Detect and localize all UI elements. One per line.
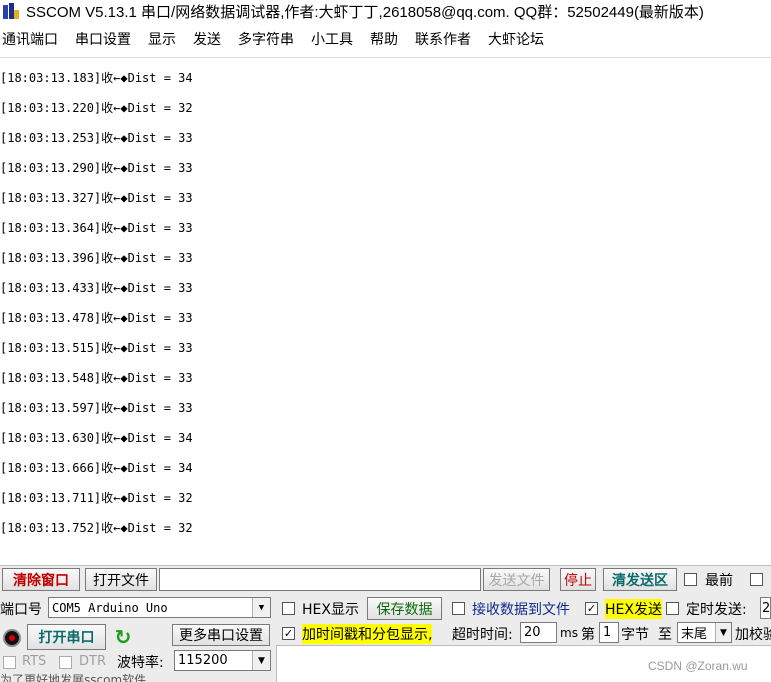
hex-display-checkbox[interactable] bbox=[282, 602, 295, 615]
menu-forum[interactable]: 大虾论坛 bbox=[488, 29, 544, 49]
baud-label: 波特率: bbox=[117, 655, 164, 671]
bottom-hint: 为了更好地发展sscom软件 bbox=[0, 673, 147, 682]
rts-checkbox[interactable] bbox=[3, 656, 16, 669]
menu-serial-settings[interactable]: 串口设置 bbox=[75, 29, 131, 49]
timestamp-checkbox[interactable]: ✓ bbox=[282, 627, 295, 640]
menu-tools[interactable]: 小工具 bbox=[311, 29, 353, 49]
to-label: 至 bbox=[658, 627, 672, 643]
log-line: [18:03:13.597]收←◆Dist = 33 bbox=[0, 401, 193, 415]
hex-send-checkbox[interactable]: ✓ bbox=[585, 602, 598, 615]
log-line: [18:03:13.478]收←◆Dist = 33 bbox=[0, 311, 193, 325]
menu-send[interactable]: 发送 bbox=[193, 29, 221, 49]
log-line: [18:03:13.220]收←◆Dist = 32 bbox=[0, 101, 193, 115]
recv-to-file-label: 接收数据到文件 bbox=[472, 602, 570, 618]
open-file-button[interactable]: 打开文件 bbox=[85, 568, 157, 591]
checksum-label: 加校验 bbox=[735, 627, 771, 643]
title-bar: SSCOM V5.13.1 串口/网络数据调试器,作者:大虾丁丁,2618058… bbox=[0, 0, 771, 22]
recv-to-file-checkbox[interactable] bbox=[452, 602, 465, 615]
menu-help[interactable]: 帮助 bbox=[370, 29, 398, 49]
menu-display[interactable]: 显示 bbox=[148, 29, 176, 49]
clear-send-button[interactable]: 清发送区 bbox=[603, 568, 677, 591]
stop-button[interactable]: 停止 bbox=[560, 568, 596, 591]
extra-checkbox[interactable] bbox=[750, 573, 763, 586]
checkmark-icon: ✓ bbox=[283, 627, 294, 640]
port-label: 端口号 bbox=[0, 602, 42, 618]
port-select[interactable]: COM5 Arduino Uno ▼ bbox=[48, 597, 271, 618]
toolbar: 清除窗口 打开文件 发送文件 停止 清发送区 最前 bbox=[0, 565, 771, 593]
record-icon bbox=[3, 629, 21, 647]
log-line: [18:03:13.396]收←◆Dist = 33 bbox=[0, 251, 193, 265]
dtr-checkbox[interactable] bbox=[59, 656, 72, 669]
timeout-label: 超时时间: bbox=[452, 627, 513, 643]
file-path-input[interactable] bbox=[159, 568, 481, 591]
refresh-icon[interactable]: ↻ bbox=[113, 626, 133, 648]
timeout-unit: ms bbox=[560, 626, 578, 640]
chevron-down-icon[interactable]: ▼ bbox=[252, 598, 270, 617]
dtr-label: DTR bbox=[79, 654, 106, 669]
end-select[interactable]: 末尾 ▼ bbox=[677, 622, 732, 643]
chevron-down-icon[interactable]: ▼ bbox=[715, 623, 731, 642]
byte-start-input[interactable]: 1 bbox=[599, 622, 619, 643]
log-line: [18:03:13.630]收←◆Dist = 34 bbox=[0, 431, 193, 445]
log-line: [18:03:13.253]收←◆Dist = 33 bbox=[0, 131, 193, 145]
window-title: SSCOM V5.13.1 串口/网络数据调试器,作者:大虾丁丁,2618058… bbox=[26, 3, 704, 21]
log-line: [18:03:13.548]收←◆Dist = 33 bbox=[0, 371, 193, 385]
port-select-value: COM5 Arduino Uno bbox=[52, 600, 168, 615]
chevron-down-icon[interactable]: ▼ bbox=[252, 651, 270, 670]
menu-bar: 通讯端口 串口设置 显示 发送 多字符串 小工具 帮助 联系作者 大虾论坛 bbox=[0, 27, 771, 51]
timed-send-checkbox[interactable] bbox=[666, 602, 679, 615]
menu-contact-author[interactable]: 联系作者 bbox=[415, 29, 471, 49]
timed-send-label: 定时发送: bbox=[686, 602, 747, 618]
timestamp-label: 加时间戳和分包显示, bbox=[302, 624, 433, 644]
receive-area[interactable]: [18:03:13.183]收←◆Dist = 34 [18:03:13.220… bbox=[0, 57, 771, 560]
more-port-settings-button[interactable]: 更多串口设置 bbox=[172, 624, 270, 646]
menu-multi-string[interactable]: 多字符串 bbox=[238, 29, 294, 49]
open-port-button[interactable]: 打开串口 bbox=[27, 624, 106, 650]
log-line: [18:03:13.711]收←◆Dist = 32 bbox=[0, 491, 193, 505]
log-line: [18:03:13.666]收←◆Dist = 34 bbox=[0, 461, 193, 475]
send-file-button[interactable]: 发送文件 bbox=[483, 568, 550, 591]
log-line: [18:03:13.433]收←◆Dist = 33 bbox=[0, 281, 193, 295]
byte-prefix: 第 bbox=[581, 627, 595, 643]
log-line: [18:03:13.290]收←◆Dist = 33 bbox=[0, 161, 193, 175]
log-line: [18:03:13.515]收←◆Dist = 33 bbox=[0, 341, 193, 355]
topmost-checkbox[interactable] bbox=[684, 573, 697, 586]
menu-comm-port[interactable]: 通讯端口 bbox=[2, 29, 58, 49]
log-line: [18:03:13.364]收←◆Dist = 33 bbox=[0, 221, 193, 235]
hex-send-label: HEX发送 bbox=[605, 599, 662, 619]
hex-display-label: HEX显示 bbox=[302, 602, 359, 618]
baud-select-value: 115200 bbox=[178, 653, 228, 668]
watermark: CSDN @Zoran.wu bbox=[648, 659, 748, 673]
topmost-label: 最前 bbox=[705, 573, 733, 589]
checkmark-icon: ✓ bbox=[586, 602, 597, 615]
log-line: [18:03:13.752]收←◆Dist = 32 bbox=[0, 521, 193, 535]
end-select-value: 末尾 bbox=[681, 627, 708, 642]
byte-suffix: 字节 bbox=[621, 627, 649, 643]
rts-label: RTS bbox=[22, 654, 47, 669]
log-line: [18:03:13.327]收←◆Dist = 33 bbox=[0, 191, 193, 205]
timed-send-input[interactable]: 2 bbox=[760, 597, 771, 619]
clear-window-button[interactable]: 清除窗口 bbox=[2, 568, 80, 591]
log-line: [18:03:13.183]收←◆Dist = 34 bbox=[0, 71, 193, 85]
timeout-input[interactable]: 20 bbox=[520, 622, 557, 643]
save-data-button[interactable]: 保存数据 bbox=[367, 597, 442, 620]
app-logo-icon bbox=[2, 2, 20, 20]
baud-select[interactable]: 115200 ▼ bbox=[174, 650, 271, 671]
